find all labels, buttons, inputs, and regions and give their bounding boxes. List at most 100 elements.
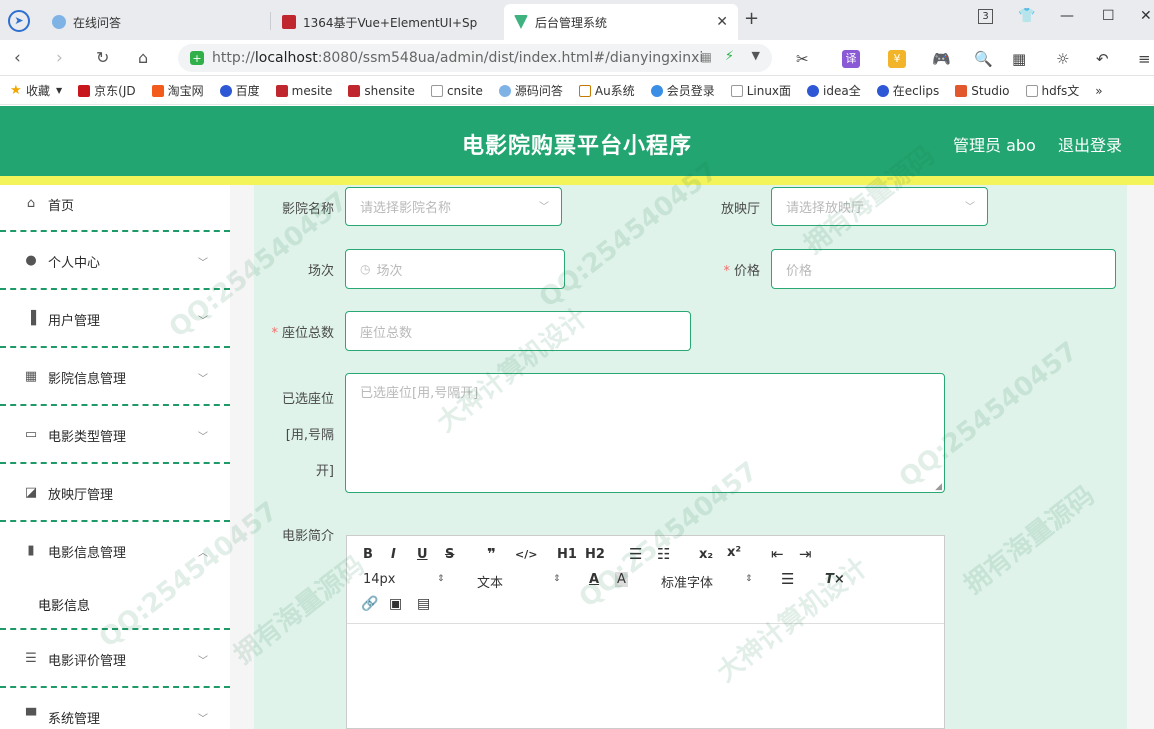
bookmark-item[interactable]: 百度 (219, 82, 260, 99)
bullet-list-icon[interactable]: ☷ (657, 545, 670, 563)
lightning-icon[interactable]: ⚡ (725, 49, 734, 64)
search-icon[interactable]: 🔍 (974, 50, 993, 68)
sidebar-subitem-movie-info[interactable]: 电影信息 (38, 595, 90, 614)
underline-icon[interactable]: U (417, 547, 428, 562)
bookmark-item[interactable]: 京东(JD (78, 82, 136, 99)
strikethrough-icon[interactable]: S (445, 547, 454, 562)
browser-logo-icon: ➤ (8, 10, 30, 32)
brightness-icon[interactable]: ☼ (1056, 50, 1069, 68)
subscript-icon[interactable]: x₂ (699, 547, 713, 562)
bookmark-item[interactable]: idea全 (807, 82, 861, 99)
sidebar-item-home[interactable]: ⌂ 首页 (0, 175, 230, 233)
menu-icon[interactable]: ≡ (1138, 50, 1151, 68)
selected-seats-textarea[interactable]: 已选座位[用,号隔开] ◢ (345, 373, 945, 493)
clear-format-icon[interactable]: T× (825, 572, 845, 587)
select-arrows-icon: ⇕ (553, 574, 561, 584)
outdent-icon[interactable]: ⇤ (771, 545, 784, 563)
sidebar-item-review-management[interactable]: ☰ 电影评价管理 ﹀ (0, 630, 230, 688)
sidebar-item-movie-type-management[interactable]: ▭ 电影类型管理 ﹀ (0, 406, 230, 464)
align-icon[interactable]: ☰ (781, 570, 794, 588)
bookmarks-bar: ★ 收藏 ▼ 京东(JD 淘宝网 百度 mesite shensite cnsite… (0, 77, 1154, 105)
bookmark-item[interactable]: Au系统 (578, 82, 635, 99)
url-field[interactable]: + http://localhost:8080/ssm548ua/admin/d… (178, 44, 772, 72)
game-icon[interactable]: 🎮 (932, 50, 951, 68)
back-icon[interactable]: ‹ (14, 48, 21, 68)
bookmark-item[interactable]: 在eclips (876, 82, 940, 99)
resize-handle-icon[interactable]: ◢ (935, 482, 942, 492)
sidebar-item-personal-center[interactable]: ● 个人中心 ﹀ (0, 232, 230, 290)
rich-text-editor: B I U S ❞ </> H1 H2 ☰ ☷ x₂ x² ⇤ ⇥ 14px ⇕ … (346, 535, 945, 729)
bookmarks-more[interactable]: » (1095, 84, 1102, 98)
tab-admin-system[interactable]: 后台管理系统 ✕ (504, 4, 738, 40)
sidebar-item-user-management[interactable]: ▐ 用户管理 ﹀ (0, 290, 230, 348)
price-input[interactable]: 价格 (771, 249, 1116, 289)
chevron-down-icon[interactable]: ▼ (752, 49, 760, 62)
coupon-icon[interactable]: ¥ (888, 50, 906, 68)
italic-icon[interactable]: I (391, 547, 396, 562)
forward-icon[interactable]: › (56, 48, 63, 68)
chevron-down-icon: ﹀ (539, 202, 549, 213)
bookmark-item[interactable]: 会员登录 (650, 82, 715, 99)
heading2-icon[interactable]: H2 (585, 547, 605, 562)
price-label-text: 价格 (733, 264, 760, 279)
bookmark-item[interactable]: Linux面 (730, 82, 791, 99)
bookmark-item[interactable]: mesite (275, 84, 332, 98)
sidebar-item-system-management[interactable]: ▀ 系统管理 ﹀ (0, 688, 230, 729)
cinema-name-placeholder: 请选择影院名称 (360, 201, 452, 216)
session-time-picker[interactable]: ◷ 场次 (345, 249, 565, 289)
cinema-name-select[interactable]: 请选择影院名称 ﹀ (345, 187, 562, 226)
hall-select[interactable]: 请选择放映厅 ﹀ (771, 187, 988, 226)
bookmark-label: 收藏 (26, 84, 51, 98)
site-icon (348, 84, 361, 97)
seat-total-input[interactable]: 座位总数 (345, 311, 691, 351)
minimize-icon[interactable]: — (1060, 8, 1074, 24)
tab-online-qa[interactable]: 在线问答 (42, 4, 268, 40)
tab-count-badge[interactable]: 3 (978, 9, 993, 24)
tab-title: 在线问答 (73, 15, 122, 30)
qr-code-icon[interactable]: ▦ (701, 50, 712, 64)
ordered-list-icon[interactable]: ☰ (629, 545, 642, 563)
home-icon[interactable]: ⌂ (138, 48, 148, 67)
superscript-icon[interactable]: x² (727, 545, 741, 560)
text-type-select[interactable]: 文本 ⇕ (477, 572, 561, 591)
close-tab-icon[interactable]: ✕ (716, 14, 728, 30)
undo-icon[interactable]: ↶ (1096, 50, 1109, 68)
bookmark-label: 在eclips (892, 84, 940, 98)
bookmark-item[interactable]: 淘宝网 (151, 82, 204, 99)
font-color-icon[interactable]: A (589, 572, 599, 587)
chevron-down-icon: ﹀ (198, 258, 208, 269)
bookmark-item[interactable]: Studio (955, 84, 1010, 98)
font-family-select[interactable]: 标准字体 ⇕ (661, 572, 753, 591)
bold-icon[interactable]: B (363, 547, 373, 562)
bookmark-item[interactable]: hdfs文 (1025, 82, 1079, 99)
reload-icon[interactable]: ↻ (96, 48, 109, 67)
tab-project[interactable]: 1364基于Vue+ElementUI+Sp (272, 4, 502, 40)
sidebar-item-hall-management[interactable]: ◪ 放映厅管理 (0, 464, 230, 522)
video-icon[interactable]: ▤ (417, 596, 430, 612)
page-icon (730, 84, 743, 97)
sidebar-item-movie-info-management[interactable]: ▮ 电影信息管理 ︿ (0, 522, 230, 580)
new-tab-icon[interactable]: + (744, 8, 759, 29)
bookmark-item[interactable]: shensite (348, 84, 415, 98)
bookmark-label: 会员登录 (666, 84, 715, 98)
seat-total-label-text: 座位总数 (281, 326, 334, 341)
bookmark-item[interactable]: 源码问答 (498, 82, 563, 99)
code-icon[interactable]: </> (515, 548, 537, 561)
shirt-icon[interactable]: 👕 (1018, 8, 1035, 24)
close-window-icon[interactable]: ✕ (1140, 8, 1152, 24)
link-icon[interactable]: 🔗 (361, 596, 378, 612)
sidebar-item-cinema-management[interactable]: ▦ 影院信息管理 ﹀ (0, 348, 230, 406)
heading1-icon[interactable]: H1 (557, 547, 577, 562)
font-size-select[interactable]: 14px ⇕ (363, 572, 445, 587)
background-color-icon[interactable]: A (615, 572, 628, 587)
indent-icon[interactable]: ⇥ (799, 545, 812, 563)
scissors-icon[interactable]: ✂ (796, 50, 809, 68)
blockquote-icon[interactable]: ❞ (487, 545, 496, 563)
apps-grid-icon[interactable]: ▦ (1012, 50, 1026, 68)
bookmark-item[interactable]: ★ 收藏 ▼ (10, 82, 62, 99)
bookmark-item[interactable]: cnsite (430, 84, 483, 98)
logout-button[interactable]: 退出登录 (1058, 132, 1122, 156)
image-icon[interactable]: ▣ (389, 596, 402, 612)
maximize-icon[interactable]: ☐ (1102, 8, 1115, 24)
translate-icon[interactable]: 译 (842, 50, 860, 68)
